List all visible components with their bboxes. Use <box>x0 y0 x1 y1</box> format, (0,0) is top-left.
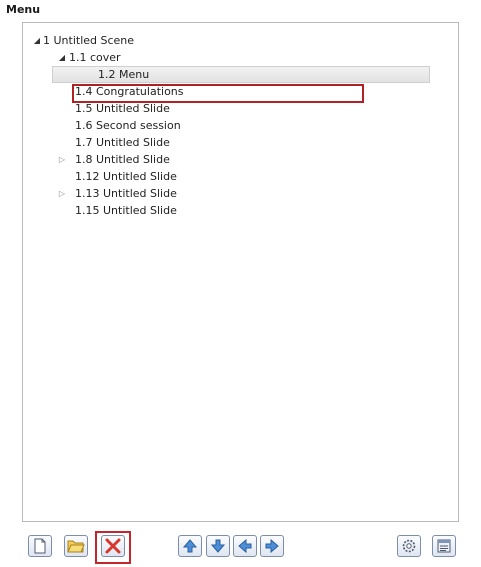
collapsed-arrow-icon[interactable]: ▷ <box>57 151 67 169</box>
tree-item-label: 1.6 Second session <box>75 119 181 132</box>
open-folder-icon <box>67 540 85 553</box>
tree-item-label: 1 Untitled Scene <box>43 34 135 47</box>
delete-annotation-outline <box>95 531 131 564</box>
tree-item-label: 1.8 Untitled Slide <box>75 153 170 166</box>
tree-item-label: 1.12 Untitled Slide <box>75 170 177 183</box>
move-left-icon <box>238 538 252 554</box>
open-button[interactable] <box>64 535 88 557</box>
properties-icon <box>437 539 451 553</box>
move-left-button[interactable] <box>233 535 257 557</box>
collapsed-arrow-icon[interactable]: ▷ <box>57 185 67 203</box>
expanded-arrow-icon[interactable]: ◢ <box>32 32 42 50</box>
tree-item-label: 1.7 Untitled Slide <box>75 136 170 149</box>
settings-icon <box>402 539 416 553</box>
tree-item-label: 1.1 cover <box>69 51 121 64</box>
new-slide-button[interactable] <box>28 535 52 557</box>
move-down-icon <box>210 539 226 553</box>
expanded-arrow-icon[interactable]: ◢ <box>57 49 67 67</box>
move-right-button[interactable] <box>260 535 284 557</box>
move-down-button[interactable] <box>206 535 230 557</box>
move-top-icon <box>182 539 198 553</box>
selection-annotation-outline <box>72 84 364 103</box>
tree-item-label: 1.15 Untitled Slide <box>75 204 177 217</box>
move-top-button[interactable] <box>178 535 202 557</box>
new-page-icon <box>34 538 46 554</box>
settings-button[interactable] <box>397 535 421 557</box>
panel-title: Menu <box>6 3 41 16</box>
move-right-icon <box>265 538 279 554</box>
tree-item-label: 1.13 Untitled Slide <box>75 187 177 200</box>
tree-item-label: 1.2 Menu <box>98 68 150 81</box>
properties-button[interactable] <box>432 535 456 557</box>
